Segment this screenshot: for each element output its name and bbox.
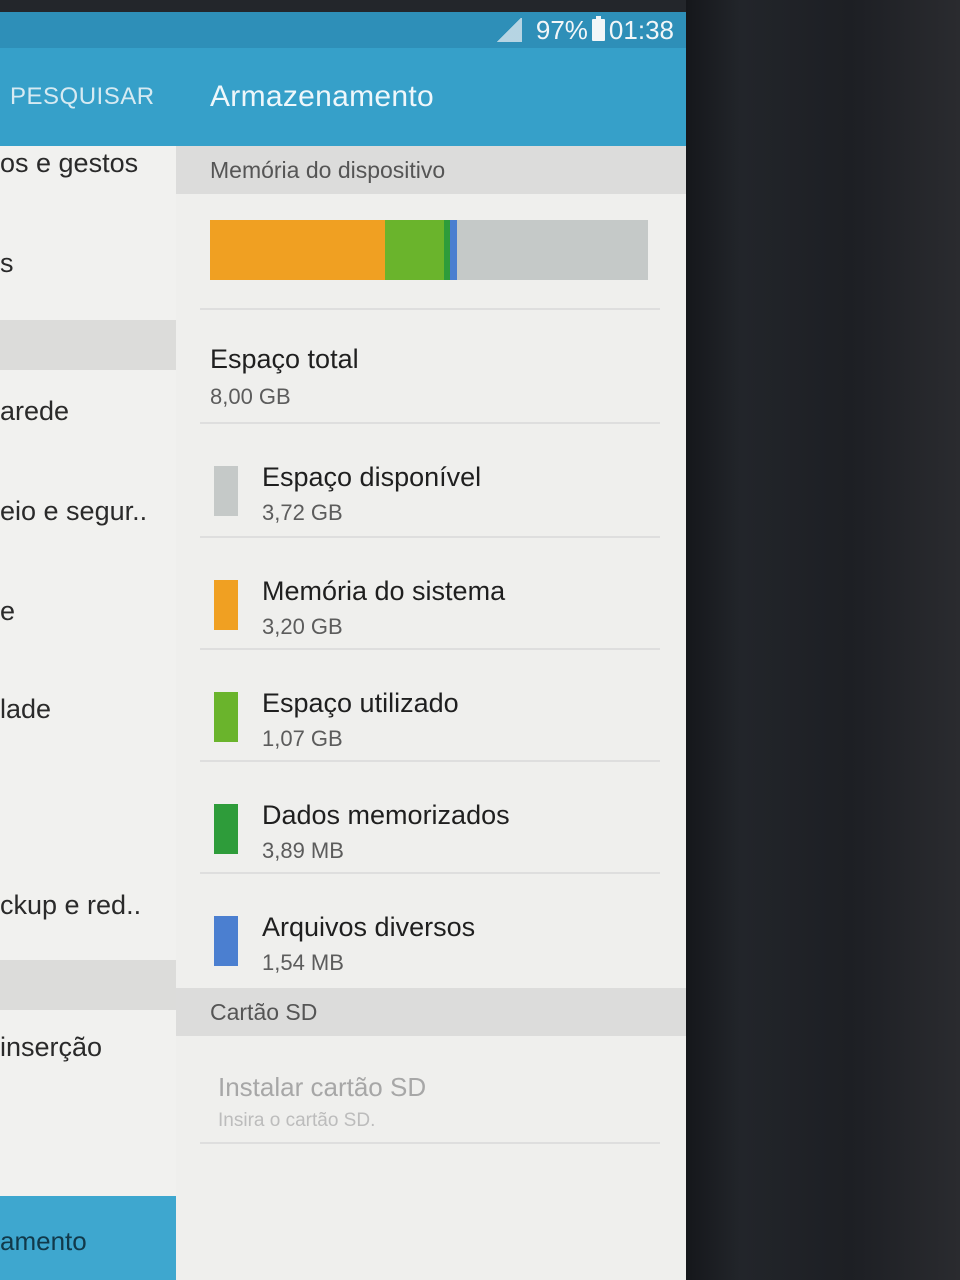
storage-item-value: 1,07 GB: [262, 726, 343, 751]
settings-item-partial[interactable]: s: [0, 248, 176, 279]
left-section-divider-2: [0, 960, 176, 1010]
storage-item-cached[interactable]: Dados memorizados 3,89 MB: [176, 786, 686, 896]
device-memory-section-header: Memória do dispositivo: [176, 146, 686, 194]
install-sd-card-item[interactable]: Instalar cartão SD: [218, 1072, 426, 1103]
row-divider: [200, 1142, 660, 1144]
page-title: Armazenamento: [210, 80, 435, 113]
row-divider: [200, 422, 660, 424]
storage-item-label: Espaço disponível: [262, 462, 482, 492]
color-swatch: [214, 466, 238, 516]
clock: 01:38: [608, 14, 674, 45]
settings-item-accessibility[interactable]: lade: [0, 694, 176, 725]
storage-item-label: Espaço utilizado: [262, 688, 459, 718]
row-divider: [200, 648, 660, 650]
signal-icon: [495, 18, 522, 42]
sd-card-section-header: Cartão SD: [176, 988, 686, 1036]
row-divider: [200, 536, 660, 538]
settings-item-backup-reset[interactable]: ckup e red..: [0, 890, 176, 921]
settings-item-storage-label: amento: [0, 1226, 87, 1256]
storage-item-used[interactable]: Espaço utilizado 1,07 GB: [176, 674, 686, 784]
settings-list-panel: PESQUISAR os e gestos s arede eio e segu…: [0, 48, 188, 1280]
left-section-divider: [0, 320, 176, 370]
row-divider: [200, 308, 660, 310]
settings-item-privacy-security[interactable]: eio e segur..: [0, 496, 176, 527]
total-space-value: 8,00 GB: [210, 384, 291, 409]
storage-item-value: 3,72 GB: [262, 500, 343, 525]
battery-icon: [591, 16, 605, 41]
device-bezel-top: [0, 0, 686, 12]
storage-item-value: 3,89 MB: [262, 838, 344, 863]
color-swatch: [214, 692, 238, 742]
storage-item-value: 3,20 GB: [262, 614, 343, 639]
battery-percentage: 97%: [535, 14, 588, 45]
settings-item-input[interactable]: inserção: [0, 1032, 176, 1063]
usage-bar-segment: [385, 220, 445, 280]
page-header: Armazenamento: [176, 48, 686, 146]
device-bezel-right: [686, 0, 960, 1280]
install-sd-card-subtitle: Insira o cartão SD.: [218, 1110, 376, 1131]
storage-usage-bar: [210, 220, 648, 280]
color-swatch: [214, 804, 238, 854]
color-swatch: [214, 916, 238, 966]
storage-detail-panel: Armazenamento Memória do dispositivo Esp…: [176, 48, 686, 1280]
search-button[interactable]: PESQUISAR: [0, 83, 155, 111]
usage-bar-segment: [449, 220, 458, 280]
row-divider: [200, 760, 660, 762]
settings-item-wallpaper[interactable]: arede: [0, 396, 176, 427]
storage-item-label: Dados memorizados: [262, 800, 510, 830]
settings-item-gestures[interactable]: os e gestos: [0, 148, 176, 179]
status-bar: 97% 01:38: [0, 12, 686, 48]
left-header: PESQUISAR: [0, 48, 176, 146]
total-space-label: Espaço total: [210, 344, 359, 374]
tablet-screen: 97% 01:38 PESQUISAR os e gestos s arede …: [0, 12, 686, 1280]
settings-item-partial-e[interactable]: e: [0, 596, 176, 627]
storage-item-available[interactable]: Espaço disponível 3,72 GB: [176, 448, 686, 558]
settings-item-storage-selected[interactable]: amento: [0, 1196, 188, 1280]
usage-bar-segment: [210, 220, 386, 280]
storage-item-value: 1,54 MB: [262, 950, 344, 975]
storage-item-label: Arquivos diversos: [262, 912, 476, 942]
row-divider: [200, 872, 660, 874]
storage-item-label: Memória do sistema: [262, 576, 506, 606]
color-swatch: [214, 580, 238, 630]
storage-item-system[interactable]: Memória do sistema 3,20 GB: [176, 562, 686, 672]
